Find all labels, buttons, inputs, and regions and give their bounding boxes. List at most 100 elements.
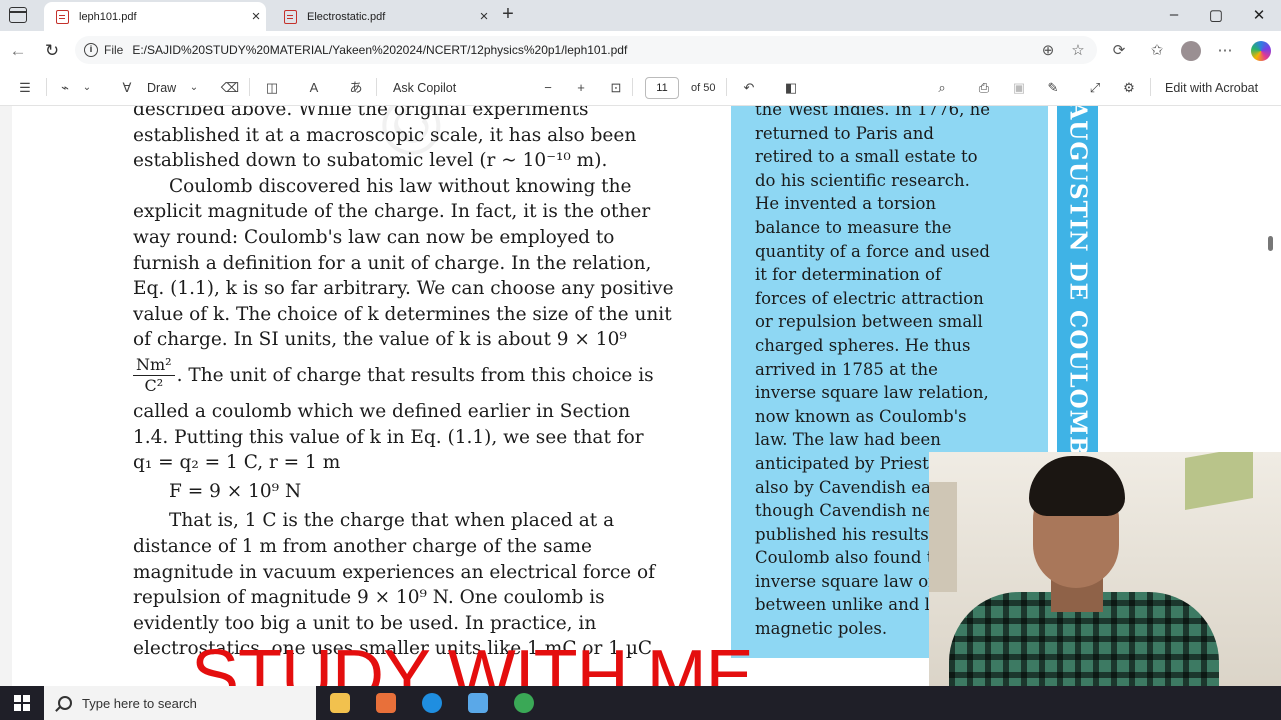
fit-page-icon[interactable]: ⊡	[605, 79, 627, 97]
windows-start-icon[interactable]	[14, 695, 30, 711]
close-window-button[interactable]: ✕	[1249, 6, 1269, 26]
page-view-icon[interactable]: ◫	[261, 79, 283, 97]
favorites-icon[interactable]: ✩	[1147, 41, 1167, 61]
tab-label: Electrostatic.pdf	[307, 10, 386, 23]
fullscreen-icon[interactable]: ⤢	[1084, 79, 1106, 97]
bio-line: quantity of a force and used	[755, 241, 990, 261]
tab-strip: leph101.pdf × Electrostatic.pdf × + – ▢ …	[0, 0, 1281, 31]
bio-line: He invented a torsion	[755, 194, 937, 214]
text-line: evidently too big a unit to be used. In …	[133, 612, 597, 634]
minimize-button[interactable]: –	[1164, 6, 1184, 26]
fraction-denominator: C²	[144, 376, 164, 396]
back-button[interactable]: ←	[8, 41, 28, 61]
bio-line: forces of electric attraction	[755, 288, 984, 308]
text-line: magnitude in vacuum experiences an elect…	[133, 561, 655, 583]
address-bar[interactable]: i File E:/SAJID%20STUDY%20MATERIAL/Yakee…	[75, 36, 1097, 64]
text-line: value of k. The choice of k determines t…	[133, 303, 672, 325]
bio-line: retired to a small estate to	[755, 147, 978, 167]
bio-line: arrived in 1785 at the	[755, 359, 938, 379]
taskbar-search[interactable]: Type here to search	[44, 686, 316, 720]
pdf-toolbar: ☰ ⌁ ⌄ ∀ Draw ⌄ ⌫ ◫ A あ Ask Copilot − + ⊡…	[0, 70, 1281, 106]
tab-actions-icon[interactable]	[9, 7, 27, 23]
text-line: described above. While the original expe…	[133, 106, 589, 120]
text-line: furnish a definition for a unit of charg…	[133, 252, 652, 274]
read-aloud-icon[interactable]: A	[303, 79, 325, 97]
biography-title-strip: AUGUSTIN DE COULOMB	[1057, 106, 1098, 457]
main-text-column: described above. While the original expe…	[133, 106, 708, 662]
text-line: explicit magnitude of the charge. In fac…	[133, 201, 651, 223]
save-icon[interactable]: ▣	[1008, 79, 1030, 97]
webcam-door-frame	[929, 482, 957, 592]
close-icon[interactable]: ×	[246, 8, 266, 25]
bio-line: or repulsion between small	[755, 312, 983, 332]
bio-line: charged spheres. He thus	[755, 335, 971, 355]
zoom-out-icon[interactable]: −	[538, 79, 558, 97]
info-icon[interactable]: i	[84, 43, 98, 57]
biography-title: AUGUSTIN DE COULOMB	[1064, 106, 1091, 457]
close-icon[interactable]: ×	[474, 8, 494, 25]
app-icon[interactable]	[376, 693, 396, 713]
chevron-down-icon[interactable]: ⌄	[187, 79, 201, 97]
text-line: Eq. (1.1), k is so far arbitrary. We can…	[133, 278, 674, 300]
more-menu-icon[interactable]: ⋯	[1215, 41, 1235, 61]
maximize-button[interactable]: ▢	[1206, 6, 1226, 26]
save-as-icon[interactable]: ✎	[1042, 79, 1064, 97]
file-explorer-icon[interactable]	[330, 693, 350, 713]
scrollbar-thumb[interactable]	[1268, 236, 1273, 251]
pdf-icon	[284, 9, 297, 24]
eraser-icon[interactable]: ⌫	[219, 79, 241, 97]
new-tab-button[interactable]: +	[498, 4, 518, 26]
edit-with-acrobat-button[interactable]: Edit with Acrobat	[1165, 79, 1258, 97]
bio-line: now known as Coulomb's	[755, 406, 967, 426]
text-line-with-fraction: Nm² C² . The unit of charge that results…	[133, 353, 708, 399]
ask-copilot-button[interactable]: Ask Copilot	[393, 79, 456, 97]
rotate-icon[interactable]: ↶	[738, 79, 760, 97]
edge-browser-icon[interactable]	[422, 693, 442, 713]
fraction-numerator: Nm²	[133, 355, 175, 377]
tab-electrostatic[interactable]: Electrostatic.pdf ×	[272, 2, 494, 31]
bio-line: law. The law had been	[755, 430, 941, 450]
webcam-overlay	[929, 452, 1281, 720]
refresh-button[interactable]: ↻	[42, 41, 62, 61]
contents-icon[interactable]: ☰	[14, 79, 36, 97]
app-icon[interactable]	[468, 693, 488, 713]
two-page-icon[interactable]: ◧	[780, 79, 802, 97]
text-line: . The unit of charge that results from t…	[176, 365, 654, 387]
favorite-star-icon[interactable]: ☆	[1068, 41, 1088, 61]
translate-icon[interactable]: あ	[345, 79, 367, 97]
bio-line: balance to measure the	[755, 217, 952, 237]
draw-icon[interactable]: ∀	[117, 79, 137, 97]
profile-avatar[interactable]	[1181, 41, 1201, 61]
tab-label: leph101.pdf	[79, 10, 137, 23]
url-text[interactable]: E:/SAJID%20STUDY%20MATERIAL/Yakeen%20202…	[132, 43, 627, 57]
page-total: of 50	[691, 82, 716, 94]
extensions-icon[interactable]: ⟳	[1109, 41, 1129, 61]
bio-line: it for determination of	[755, 265, 942, 285]
chevron-down-icon[interactable]: ⌄	[80, 79, 94, 97]
zoom-in-icon[interactable]: +	[571, 79, 591, 97]
text-line: Coulomb discovered his law without knowi…	[169, 175, 632, 197]
text-line: repulsion of magnitude 9 × 10⁹ N. One co…	[133, 587, 605, 609]
search-placeholder: Type here to search	[82, 695, 197, 711]
zoom-icon[interactable]: ⊕	[1038, 41, 1058, 61]
bio-line: inverse square law relation,	[755, 383, 989, 403]
search-icon	[58, 696, 72, 710]
windows-taskbar: Type here to search	[0, 686, 1281, 720]
chrome-icon[interactable]	[514, 693, 534, 713]
highlight-icon[interactable]: ⌁	[54, 79, 76, 97]
copilot-icon[interactable]	[1251, 41, 1271, 61]
draw-button[interactable]: Draw	[147, 79, 176, 97]
settings-icon[interactable]: ⚙	[1118, 79, 1140, 97]
page-number-input[interactable]: 11	[645, 77, 679, 99]
text-line: of charge. In SI units, the value of k i…	[133, 329, 627, 351]
tab-leph101[interactable]: leph101.pdf ×	[44, 2, 266, 31]
text-line: established it at a macroscopic scale, i…	[133, 124, 637, 146]
text-line: 1.4. Putting this value of k in Eq. (1.1…	[133, 426, 644, 448]
address-row: ← ↻ i File E:/SAJID%20STUDY%20MATERIAL/Y…	[0, 31, 1281, 70]
search-icon[interactable]: ⌕	[931, 79, 953, 97]
pdf-icon	[56, 9, 69, 24]
print-icon[interactable]: ⎙	[973, 79, 995, 97]
text-line: q₁ = q₂ = 1 C, r = 1 m	[133, 452, 341, 474]
text-line: way round: Coulomb's law can now be empl…	[133, 226, 615, 248]
text-line: called a coulomb which we defined earlie…	[133, 400, 631, 422]
